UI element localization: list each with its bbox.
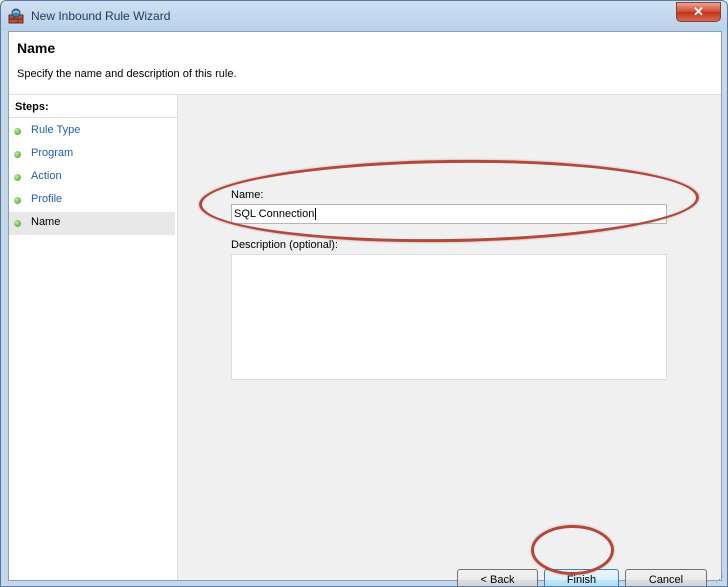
wizard-main-panel: Name: SQL Connection Description (option…	[178, 95, 721, 586]
step-bullet-icon	[14, 151, 21, 158]
description-field-label: Description (optional):	[231, 239, 338, 251]
description-input[interactable]	[231, 254, 667, 380]
step-action[interactable]: Action	[9, 166, 175, 189]
step-label: Name	[31, 216, 61, 228]
step-label[interactable]: Rule Type	[31, 124, 80, 136]
wizard-header: Name Specify the name and description of…	[9, 32, 721, 95]
step-rule-type[interactable]: Rule Type	[9, 120, 175, 143]
step-program[interactable]: Program	[9, 143, 175, 166]
step-bullet-icon	[14, 128, 21, 135]
name-field-label: Name:	[231, 189, 264, 201]
steps-panel: Steps: Rule Type Program Action Profile …	[9, 95, 178, 580]
name-input[interactable]: SQL Connection	[231, 204, 667, 224]
step-bullet-icon	[14, 220, 21, 227]
steps-title: Steps:	[15, 101, 49, 113]
wizard-window: New Inbound Rule Wizard ✕ Name Specify t…	[0, 0, 728, 587]
close-icon: ✕	[693, 4, 704, 19]
steps-divider	[9, 117, 177, 118]
name-input-value: SQL Connection	[234, 208, 315, 220]
page-title: Name	[17, 40, 56, 56]
step-profile[interactable]: Profile	[9, 189, 175, 212]
cancel-button[interactable]: Cancel	[625, 569, 707, 586]
step-name: Name	[9, 212, 175, 235]
step-label[interactable]: Program	[31, 147, 73, 159]
finish-button[interactable]: Finish	[544, 569, 619, 586]
page-subtitle: Specify the name and description of this…	[17, 68, 237, 80]
close-button[interactable]: ✕	[676, 2, 721, 22]
firewall-icon	[8, 8, 24, 24]
window-title: New Inbound Rule Wizard	[31, 9, 171, 23]
step-bullet-icon	[14, 197, 21, 204]
step-bullet-icon	[14, 174, 21, 181]
resize-grip-icon[interactable]: ⋰	[715, 574, 725, 584]
title-bar[interactable]: New Inbound Rule Wizard ✕	[1, 1, 727, 31]
wizard-client-area: Name Specify the name and description of…	[8, 31, 722, 586]
text-caret	[315, 208, 317, 221]
back-button[interactable]: < Back	[457, 569, 538, 586]
step-label[interactable]: Profile	[31, 193, 62, 205]
step-label[interactable]: Action	[31, 170, 62, 182]
